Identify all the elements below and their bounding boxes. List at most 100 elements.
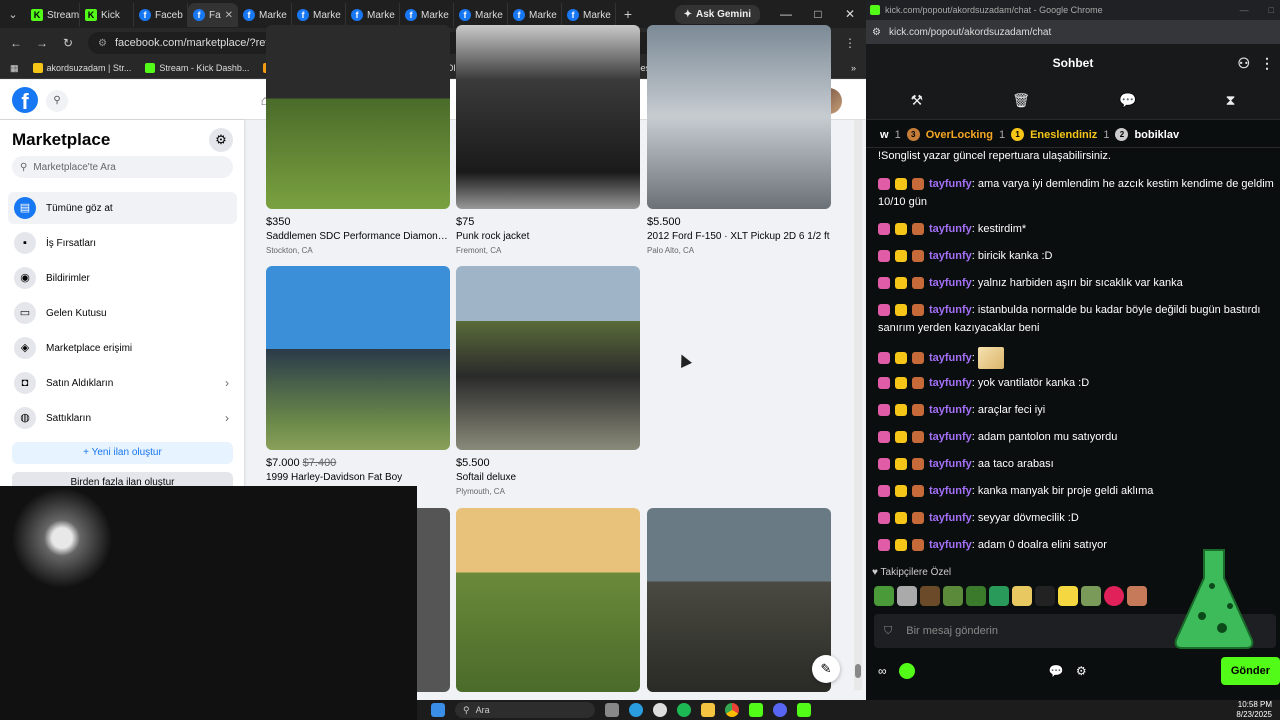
emote[interactable] [874,586,894,606]
kick-badge-icon[interactable] [898,663,915,679]
chat-username[interactable]: tayfunfy [929,512,972,524]
emote[interactable] [1127,586,1147,606]
spotify-icon[interactable] [677,703,691,717]
browser-tab[interactable]: f Faceb [134,3,188,27]
sidebar-item[interactable]: ▭ Gelen Kutusu [8,297,237,329]
trash-icon[interactable]: 🗑 [1012,92,1030,109]
hourglass-icon[interactable]: ⧗ [1226,92,1236,109]
scrollbar[interactable] [854,120,862,690]
new-listing-button[interactable]: + Yeni ilan oluştur [12,442,233,464]
bookmark-item[interactable]: akordsuzadam | Str... [32,63,131,73]
minimize-button[interactable]: — [1240,5,1249,15]
compose-icon[interactable]: ✎ [812,655,840,683]
new-tab-button[interactable]: + [616,6,640,22]
browser-tab[interactable]: f Fa ✕ [188,3,238,27]
minimize-button[interactable]: — [770,7,802,21]
start-icon[interactable] [431,703,445,717]
listing-card[interactable]: $5.500 Softail deluxe Plymouth, CA [456,266,640,496]
browser-tab[interactable]: K Stream [26,3,80,27]
chat-username[interactable]: tayfunfy [929,250,972,262]
app-icon[interactable] [653,703,667,717]
browser-tab[interactable]: f Marke [238,3,292,27]
emote[interactable] [897,586,917,606]
chat-username[interactable]: tayfunfy [929,223,972,235]
maximize-button[interactable]: □ [802,7,834,21]
chat-username[interactable]: tayfunfy [929,485,972,497]
browser-tab[interactable]: f Marke [346,3,400,27]
hammer-icon[interactable]: ⚒ [911,92,924,109]
browser-tab[interactable]: f Marke [562,3,616,27]
emote[interactable] [1104,586,1124,606]
sidebar-item[interactable]: ◘ Satın Aldıkların › [8,367,237,399]
more-icon[interactable]: ⋮ [1260,44,1274,82]
back-button[interactable]: ← [10,36,22,50]
maximize-button[interactable]: □ [1269,5,1274,15]
emote[interactable] [989,586,1009,606]
browser-tab[interactable]: f Marke [508,3,562,27]
users-icon[interactable]: ⚇ [1237,44,1250,82]
listing-card[interactable]: $7.000 $7.400 1999 Harley-Davidson Fat Bo… [266,266,450,483]
chrome-icon[interactable] [725,703,739,717]
browser-tab[interactable]: f Marke [454,3,508,27]
close-window-button[interactable]: ✕ [834,7,866,21]
listing-card[interactable]: $5.500 2012 Ford F-150 · XLT Pickup 2D 6… [647,25,831,255]
folder-icon[interactable] [701,703,715,717]
listing-card[interactable]: $350 Saddlemen SDC Performance Diamond .… [266,25,450,255]
sidebar-item[interactable]: ▪ İş Fırsatları [8,227,237,259]
menu-icon[interactable]: ⋮ [844,36,856,50]
gear-icon[interactable]: ⚙ [1076,664,1087,678]
kick-icon[interactable] [797,703,811,717]
emote[interactable] [920,586,940,606]
chat-username[interactable]: tayfunfy [929,404,972,416]
emote[interactable] [943,586,963,606]
chat-username[interactable]: tayfunfy [929,539,972,551]
kick-icon[interactable] [749,703,763,717]
emote[interactable] [1058,586,1078,606]
listing-card[interactable] [456,508,640,692]
points-icon[interactable]: ∞ [878,664,887,678]
listing-card[interactable]: $75 Punk rock jacket Fremont, CA [456,25,640,255]
sidebar-item[interactable]: ◍ Sattıkların › [8,402,237,434]
edge-icon[interactable] [629,703,643,717]
site-info-icon[interactable]: ⚙ [98,38,107,49]
chat-username[interactable]: tayfunfy [929,277,972,289]
tab-search-dropdown[interactable]: ⌄ [0,0,26,28]
chat-username[interactable]: tayfunfy [929,304,972,316]
chat-url-bar[interactable]: ⚙ kick.com/popout/akordsuzadam/chat [866,20,1280,44]
scrollbar-thumb[interactable] [855,664,861,678]
marketplace-search-input[interactable]: ⚲ Marketplace'te Ara [12,156,233,178]
emote[interactable] [1081,586,1101,606]
sidebar-item[interactable]: ◉ Bildirimler [8,262,237,294]
close-tab-icon[interactable]: ✕ [225,10,233,21]
facebook-logo[interactable]: f [12,87,38,114]
chat-username[interactable]: tayfunfy [929,352,972,364]
taskbar-search[interactable]: ⚲ Ara [455,702,595,718]
chat-username[interactable]: tayfunfy [929,458,972,470]
apps-icon[interactable]: ▦ [10,63,19,74]
reload-button[interactable]: ↻ [62,36,74,50]
search-icon[interactable]: ⚲ [46,90,68,112]
chat-username[interactable]: tayfunfy [929,377,972,389]
ask-gemini-button[interactable]: ✦ Ask Gemini [674,4,760,24]
gear-icon[interactable]: ⚙ [209,128,233,152]
emote[interactable] [1035,586,1055,606]
send-button[interactable]: Gönder [1220,657,1280,685]
browser-tab[interactable]: f Marke [292,3,346,27]
chat-username[interactable]: tayfunfy [929,178,972,190]
browser-tab[interactable]: K Kick [80,3,134,27]
chat-icon[interactable]: 💬 [1049,664,1064,678]
bookmark-item[interactable]: Stream - Kick Dashb... [145,63,249,73]
chat-bubble-icon[interactable]: 💬 [1119,92,1136,109]
bookmarks-overflow-icon[interactable]: » [851,63,856,73]
chat-username[interactable]: tayfunfy [929,431,972,443]
site-info-icon[interactable]: ⚙ [872,27,881,38]
browser-tab[interactable]: f Marke [400,3,454,27]
emote[interactable] [1012,586,1032,606]
discord-icon[interactable] [773,703,787,717]
sidebar-item[interactable]: ◈ Marketplace erişimi [8,332,237,364]
forward-button[interactable]: → [36,36,48,50]
listing-card[interactable] [647,508,831,692]
task-view-icon[interactable] [605,703,619,717]
sidebar-item[interactable]: ▤ Tümüne göz at [8,192,237,224]
emote[interactable] [966,586,986,606]
